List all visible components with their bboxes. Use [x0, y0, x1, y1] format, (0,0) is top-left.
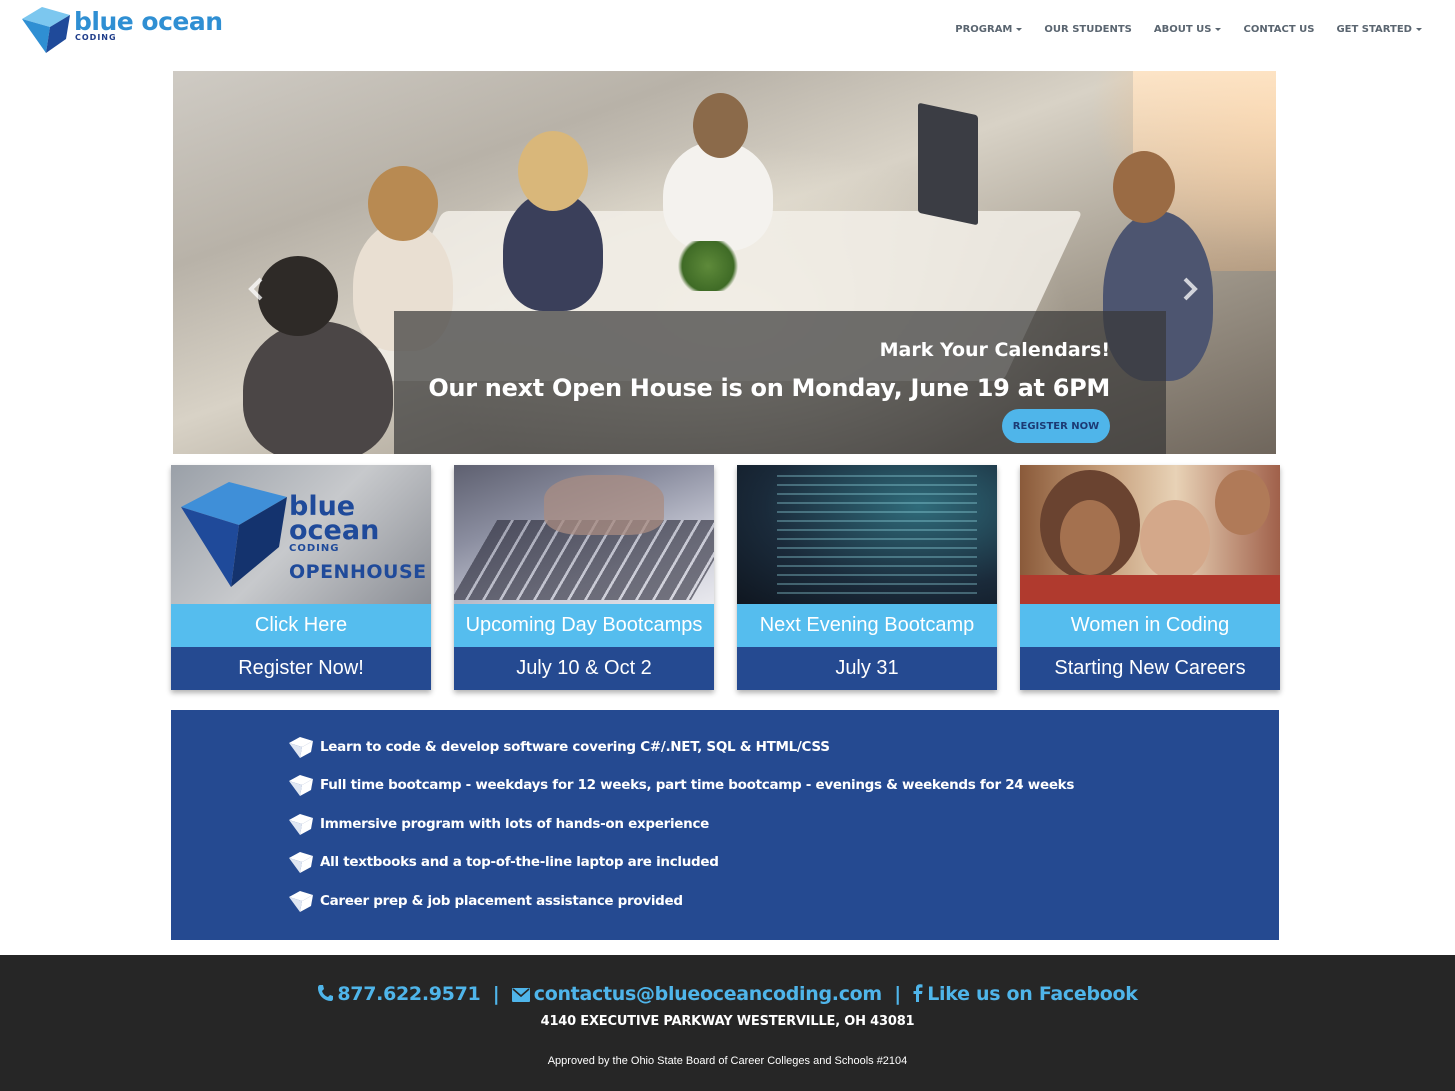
- feature-text: Career prep & job placement assistance p…: [320, 893, 683, 909]
- feature-item: Full time bootcamp - weekdays for 12 wee…: [288, 770, 1074, 800]
- card-open-house-image: blue ocean CODING OPENHOUSE: [171, 465, 431, 604]
- card-women-in-coding-image: [1020, 465, 1280, 604]
- hero-photo-person-head: [258, 256, 338, 336]
- student-photo: [1215, 470, 1270, 535]
- hero-photo-person-head: [518, 131, 588, 211]
- chevron-right-icon: [1183, 277, 1198, 301]
- card-open-house-brand: blue ocean: [289, 491, 380, 546]
- nav-about-us-label: ABOUT US: [1153, 23, 1212, 35]
- feature-item: Learn to code & develop software coverin…: [288, 732, 830, 762]
- accreditation-note: Approved by the Ohio State Board of Care…: [547, 1055, 908, 1067]
- caret-down-icon: [1016, 27, 1023, 31]
- feature-item: Career prep & job placement assistance p…: [288, 886, 683, 916]
- logo-bullet-icon: [289, 852, 313, 873]
- facebook-text: Like us on Facebook: [927, 983, 1138, 1005]
- logo-bullet-icon: [289, 814, 313, 835]
- card-evening-bootcamp-image: [737, 465, 997, 604]
- phone-link[interactable]: 877.622.9571: [317, 983, 486, 1005]
- envelope-icon: [511, 988, 530, 1002]
- facebook-link[interactable]: Like us on Facebook: [913, 983, 1138, 1005]
- code-screen-photo: [777, 475, 977, 595]
- logo-mark-icon: [22, 7, 70, 53]
- email-text: contactus@blueoceancoding.com: [533, 983, 883, 1005]
- nav-program[interactable]: PROGRAM: [944, 22, 1033, 36]
- card-top-label: Next Evening Bootcamp: [737, 604, 997, 647]
- nav-about-us[interactable]: ABOUT US: [1143, 22, 1233, 36]
- caret-down-icon: [1215, 27, 1222, 31]
- nav-program-label: PROGRAM: [955, 23, 1013, 35]
- hero-photo-person-head: [368, 166, 438, 241]
- nav-get-started-label: GET STARTED: [1336, 23, 1412, 35]
- main-nav: PROGRAM OUR STUDENTS ABOUT US CONTACT US…: [944, 22, 1433, 36]
- blue-ocean-logo[interactable]: blue ocean CODING: [20, 5, 223, 55]
- student-shirt: [1020, 575, 1280, 604]
- card-top-label: Click Here: [171, 604, 431, 647]
- site-footer: 877.622.9571 | contactus@blueoceancoding…: [0, 955, 1455, 1091]
- card-bottom-label: Register Now!: [171, 647, 431, 690]
- feature-text: Learn to code & develop software coverin…: [320, 739, 830, 755]
- logo-wordmark: blue ocean: [74, 7, 223, 36]
- card-bottom-label: July 10 & Oct 2: [454, 647, 714, 690]
- student-photo: [1140, 500, 1210, 580]
- nav-contact-us[interactable]: CONTACT US: [1232, 22, 1325, 36]
- feature-text: Immersive program with lots of hands-on …: [320, 816, 709, 832]
- card-day-bootcamps[interactable]: Upcoming Day Bootcamps July 10 & Oct 2: [454, 465, 714, 690]
- card-evening-bootcamp[interactable]: Next Evening Bootcamp July 31: [737, 465, 997, 690]
- chevron-left-icon: [248, 277, 263, 301]
- email-link[interactable]: contactus@blueoceancoding.com: [511, 983, 889, 1005]
- hands-photo: [544, 475, 664, 535]
- hero-title: Our next Open House is on Monday, June 1…: [428, 374, 1110, 402]
- logo-bullet-icon: [289, 737, 313, 758]
- logo-bullet-icon: [289, 891, 313, 912]
- register-now-button[interactable]: REGISTER NOW: [1002, 409, 1110, 443]
- features-panel: Learn to code & develop software coverin…: [171, 710, 1279, 940]
- feature-item: All textbooks and a top-of-the-line lapt…: [288, 847, 719, 877]
- hero-photo-person-head: [693, 93, 748, 158]
- facebook-icon: [913, 984, 923, 1002]
- nav-contact-us-label: CONTACT US: [1243, 23, 1315, 35]
- logo-mark-icon: [181, 482, 287, 587]
- feature-text: Full time bootcamp - weekdays for 12 wee…: [320, 777, 1075, 793]
- nav-get-started[interactable]: GET STARTED: [1325, 22, 1433, 36]
- nav-our-students[interactable]: OUR STUDENTS: [1033, 22, 1142, 36]
- student-photo: [1060, 500, 1120, 575]
- caret-down-icon: [1416, 27, 1422, 31]
- site-header: blue ocean CODING PROGRAM OUR STUDENTS A…: [0, 0, 1455, 60]
- hero-photo-person-head: [1113, 151, 1175, 223]
- nav-our-students-label: OUR STUDENTS: [1044, 23, 1132, 35]
- card-bottom-label: Starting New Careers: [1020, 647, 1280, 690]
- address: 4140 EXECUTIVE PARKWAY WESTERVILLE, OH 4…: [540, 1014, 915, 1029]
- card-open-house-coding: CODING: [289, 543, 340, 554]
- card-open-house-event: OPENHOUSE: [289, 561, 427, 583]
- phone-icon: [318, 985, 334, 1001]
- carousel-prev-button[interactable]: [247, 276, 265, 309]
- carousel-next-button[interactable]: [1181, 276, 1199, 309]
- card-top-label: Women in Coding: [1020, 604, 1280, 647]
- logo-subtitle: CODING: [75, 33, 117, 42]
- separator: |: [894, 983, 901, 1005]
- contact-row: 877.622.9571 | contactus@blueoceancoding…: [0, 983, 1455, 1005]
- hero-photo-person: [243, 321, 393, 454]
- separator: |: [492, 983, 500, 1005]
- hero-carousel: Mark Your Calendars! Our next Open House…: [173, 71, 1276, 454]
- card-women-in-coding[interactable]: Women in Coding Starting New Careers: [1020, 465, 1280, 690]
- feature-text: All textbooks and a top-of-the-line lapt…: [320, 854, 719, 870]
- card-top-label: Upcoming Day Bootcamps: [454, 604, 714, 647]
- card-bottom-label: July 31: [737, 647, 997, 690]
- card-day-bootcamps-image: [454, 465, 714, 604]
- card-open-house[interactable]: blue ocean CODING OPENHOUSE Click Here R…: [171, 465, 431, 690]
- hero-subtitle: Mark Your Calendars!: [879, 339, 1110, 361]
- hero-photo-plant: [673, 241, 743, 291]
- hero-caption: Mark Your Calendars! Our next Open House…: [394, 311, 1166, 454]
- phone-text: 877.622.9571: [337, 983, 481, 1005]
- feature-item: Immersive program with lots of hands-on …: [288, 809, 709, 839]
- hero-photo-monitor: [918, 102, 978, 226]
- logo-bullet-icon: [289, 775, 313, 796]
